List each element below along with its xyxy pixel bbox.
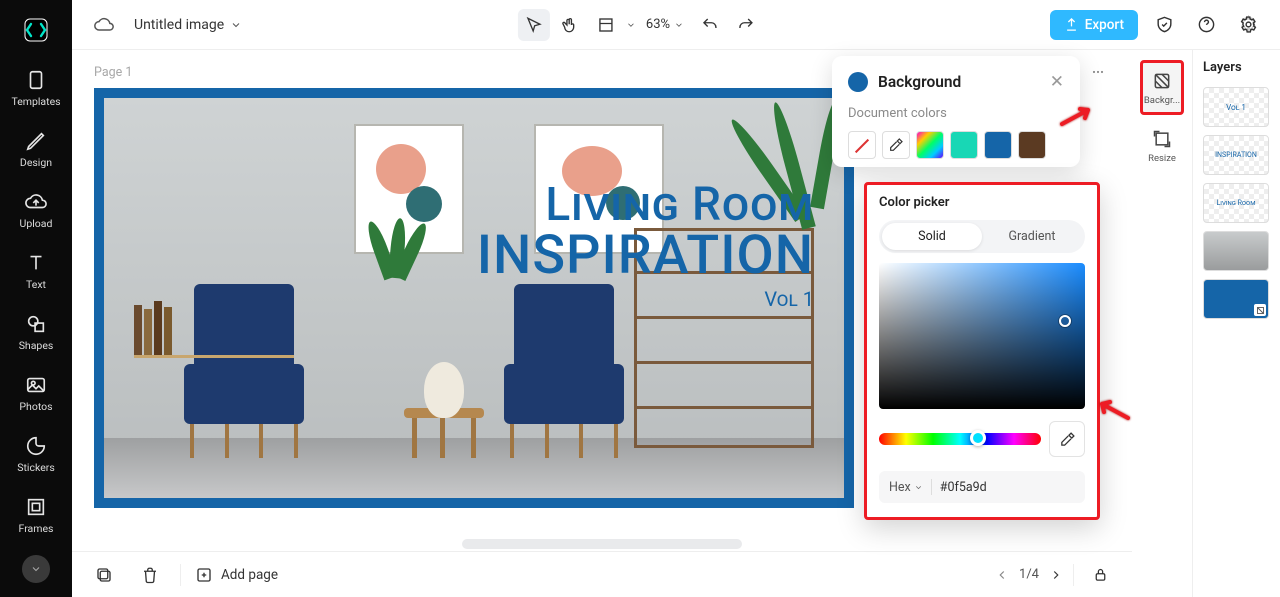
add-page-button[interactable]: Add page xyxy=(195,566,278,584)
sidebar-item-label: Stickers xyxy=(17,461,54,474)
background-panel: Background ✕ Document colors xyxy=(832,56,1080,167)
swatch-none[interactable] xyxy=(848,131,876,159)
title-overlay: Living Room INSPIRATION Vol 1 xyxy=(477,178,814,311)
hex-input[interactable] xyxy=(940,480,1030,495)
tab-gradient[interactable]: Gradient xyxy=(982,223,1082,250)
annotation-arrow xyxy=(1096,398,1130,428)
export-button[interactable]: Export xyxy=(1050,10,1138,40)
chevron-down-icon[interactable] xyxy=(626,20,636,30)
color-swatch[interactable] xyxy=(1018,131,1046,159)
lock-icon[interactable] xyxy=(1084,559,1116,591)
tab-solid[interactable]: Solid xyxy=(882,223,982,250)
sidebar-item-label: Templates xyxy=(11,95,60,108)
background-tool[interactable]: Backgr... xyxy=(1140,60,1184,115)
sidebar-item-design[interactable]: Design xyxy=(6,122,66,177)
page-indicator: 1/4 xyxy=(1019,567,1039,582)
sidebar-item-templates[interactable]: Templates xyxy=(6,61,66,116)
cloud-sync-icon[interactable] xyxy=(88,9,120,41)
sidebar-item-label: Design xyxy=(20,156,52,169)
close-icon[interactable]: ✕ xyxy=(1050,72,1064,92)
sidebar-item-label: Shapes xyxy=(19,339,54,352)
hue-slider[interactable] xyxy=(879,433,1041,445)
swatch-eyedropper[interactable] xyxy=(882,131,910,159)
chevron-down-icon xyxy=(230,19,242,31)
color-swatch[interactable] xyxy=(984,131,1012,159)
layer-thumb[interactable]: INSPIRATION xyxy=(1203,135,1269,175)
layer-thumb[interactable] xyxy=(1203,279,1269,319)
page-label: Page 1 xyxy=(94,65,132,80)
next-page-icon[interactable] xyxy=(1049,568,1063,582)
chevron-down-icon xyxy=(674,20,684,30)
resize-icon xyxy=(1150,127,1174,151)
hex-format-select[interactable]: Hex xyxy=(889,480,923,495)
current-color-dot xyxy=(848,72,868,92)
sidebar-item-shapes[interactable]: Shapes xyxy=(6,305,66,360)
user-avatar[interactable] xyxy=(22,555,50,583)
swatch-custom[interactable] xyxy=(916,131,944,159)
layers-title: Layers xyxy=(1203,60,1270,75)
pages-overview-icon[interactable] xyxy=(88,559,120,591)
hand-tool[interactable] xyxy=(554,9,586,41)
trash-icon[interactable] xyxy=(134,559,166,591)
horizontal-scrollbar[interactable] xyxy=(462,539,742,549)
document-title[interactable]: Untitled image xyxy=(134,17,242,33)
sidebar-item-stickers[interactable]: Stickers xyxy=(6,427,66,482)
shield-icon[interactable] xyxy=(1148,9,1180,41)
panel-title: Background xyxy=(878,73,961,91)
redo-button[interactable] xyxy=(730,9,762,41)
sidebar-item-text[interactable]: Text xyxy=(6,244,66,299)
resize-tool[interactable]: Resize xyxy=(1140,121,1184,170)
help-icon[interactable] xyxy=(1190,9,1222,41)
more-icon[interactable] xyxy=(1086,60,1110,84)
sidebar-item-frames[interactable]: Frames xyxy=(6,488,66,543)
hue-knob[interactable] xyxy=(970,430,986,446)
select-tool[interactable] xyxy=(518,9,550,41)
prev-page-icon[interactable] xyxy=(995,568,1009,582)
sidebar-item-label: Text xyxy=(26,278,46,291)
sidebar-item-photos[interactable]: Photos xyxy=(6,366,66,421)
annotation-arrow xyxy=(1060,106,1094,134)
picker-title: Color picker xyxy=(879,195,1085,210)
layer-thumb[interactable]: Vol 1 xyxy=(1203,87,1269,127)
undo-button[interactable] xyxy=(694,9,726,41)
settings-icon[interactable] xyxy=(1232,9,1264,41)
sidebar-item-label: Photos xyxy=(19,400,52,413)
app-logo[interactable] xyxy=(16,10,56,49)
sidebar-item-label: Upload xyxy=(20,217,53,230)
canvas-page[interactable]: Living Room INSPIRATION Vol 1 xyxy=(94,88,854,508)
saturation-value-area[interactable] xyxy=(879,263,1085,409)
background-icon xyxy=(1150,69,1174,93)
sidebar-item-upload[interactable]: Upload xyxy=(6,183,66,238)
zoom-level[interactable]: 63% xyxy=(640,17,690,32)
sidebar-item-label: Frames xyxy=(19,522,54,535)
color-swatch[interactable] xyxy=(950,131,978,159)
section-label: Document colors xyxy=(848,106,1064,121)
eyedropper-button[interactable] xyxy=(1049,421,1085,457)
layer-thumb[interactable]: Living Room xyxy=(1203,183,1269,223)
layer-thumb[interactable] xyxy=(1203,231,1269,271)
color-picker-panel: Color picker Solid Gradient Hex xyxy=(864,182,1100,520)
crop-tool[interactable] xyxy=(590,9,622,41)
background-badge-icon xyxy=(1254,304,1266,316)
sv-cursor[interactable] xyxy=(1059,315,1071,327)
